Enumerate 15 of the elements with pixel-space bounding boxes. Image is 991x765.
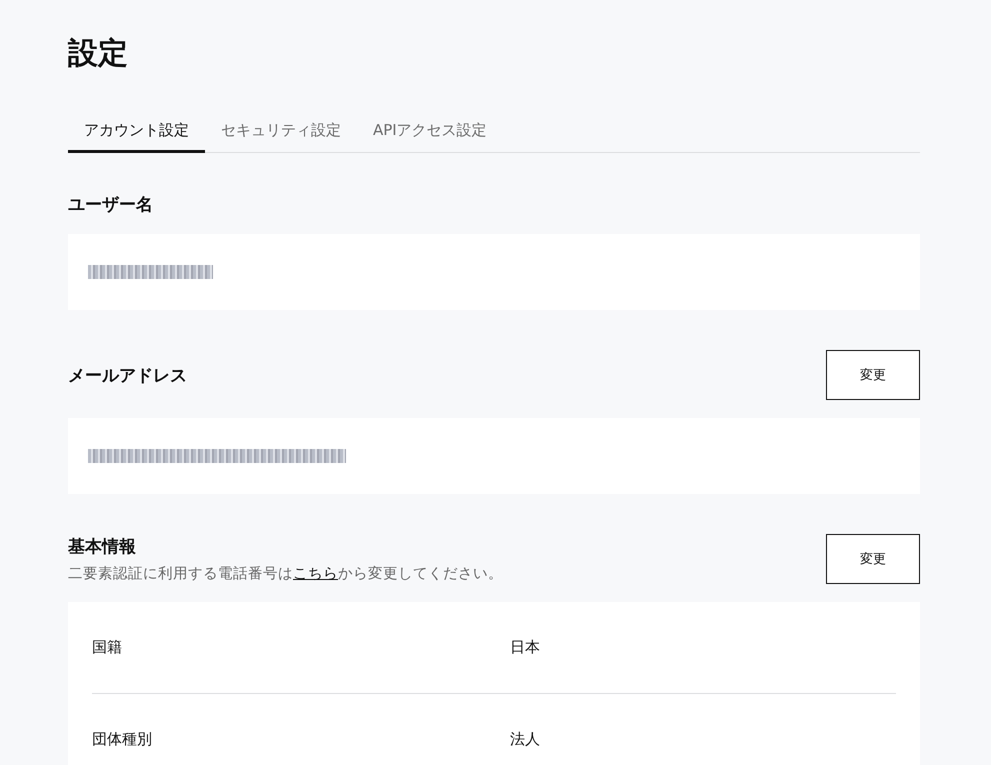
change-button[interactable]: 変更 (826, 350, 920, 400)
row-label: 国籍 (92, 638, 123, 657)
row-value: 日本 (510, 638, 541, 657)
link[interactable]: こちら (293, 566, 338, 582)
row-value: 法人 (510, 730, 541, 749)
row-label: 団体種別 (92, 730, 153, 749)
page-title: 設定 (68, 35, 129, 73)
help-text: 二要素認証に利用する電話番号は こちら から変更してください。 (68, 564, 503, 583)
tab[interactable]: APIアクセス設定 (357, 121, 503, 153)
change-button[interactable]: 変更 (826, 534, 920, 584)
section-heading: 基本情報 (68, 536, 137, 558)
section-heading: ユーザー名 (68, 194, 153, 216)
section-heading: メールアドレス (68, 364, 187, 386)
tab[interactable]: セキュリティ設定 (205, 121, 357, 153)
tab[interactable]: アカウント設定 (68, 121, 205, 153)
